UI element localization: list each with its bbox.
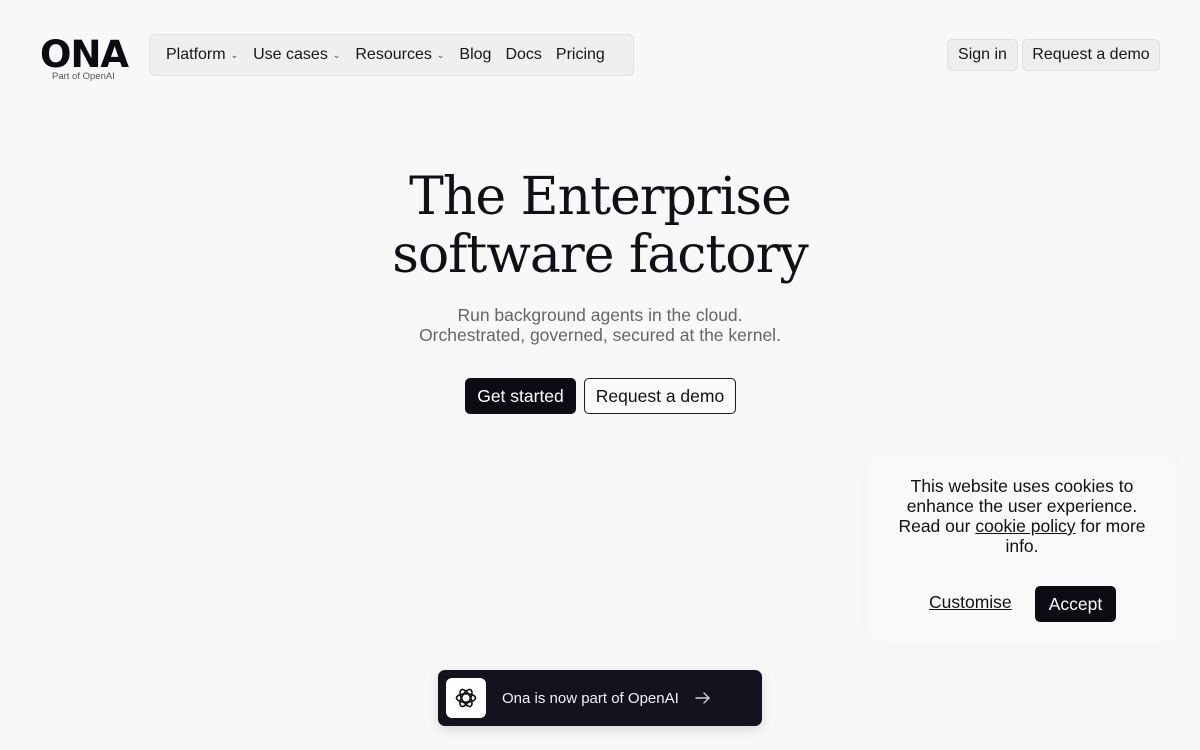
nav-item-label: Platform <box>166 46 226 63</box>
customise-cookies-link[interactable]: Customise <box>929 592 1012 613</box>
hero-request-demo-button[interactable]: Request a demo <box>584 378 736 414</box>
hero-title: The Enterprise software factory <box>300 168 900 284</box>
logo-tagline: Part of OpenAI <box>52 71 115 82</box>
accept-cookies-button[interactable]: Accept <box>1035 586 1116 622</box>
chevron-down-icon: ⌄ <box>332 49 341 60</box>
cookie-consent-panel: This website uses cookies to enhance the… <box>868 456 1176 642</box>
get-started-button[interactable]: Get started <box>465 378 576 414</box>
hero-title-line-1: The Enterprise <box>409 167 792 227</box>
logo-wordmark: ONA <box>40 33 129 76</box>
nav-item-use-cases[interactable]: Use cases ⌄ <box>253 46 340 64</box>
chevron-down-icon: ⌄ <box>436 49 445 60</box>
openai-announcement-banner[interactable]: Ona is now part of OpenAI <box>438 670 762 726</box>
openai-logo-icon <box>446 678 486 718</box>
sign-in-button[interactable]: Sign in <box>947 39 1018 71</box>
chevron-down-icon: ⌄ <box>230 49 239 60</box>
nav-item-resources[interactable]: Resources ⌄ <box>355 46 444 64</box>
hero-subtitle-line-2: Orchestrated, governed, secured at the k… <box>419 325 781 345</box>
main-nav: Platform ⌄ Use cases ⌄ Resources ⌄ Blog … <box>149 34 634 76</box>
arrow-right-icon <box>695 692 711 704</box>
hero-title-line-2: software factory <box>392 225 809 285</box>
nav-item-platform[interactable]: Platform ⌄ <box>166 46 238 64</box>
hero-subtitle-line-1: Run background agents in the cloud. <box>457 305 743 325</box>
nav-item-label: Resources <box>355 46 432 63</box>
nav-item-docs[interactable]: Docs <box>505 46 541 64</box>
ona-logo[interactable]: ONA Part of OpenAI <box>40 33 132 84</box>
hero-subtitle: Run background agents in the cloud. Orch… <box>350 305 850 345</box>
cookie-message: This website uses cookies to enhance the… <box>886 476 1158 556</box>
nav-item-blog[interactable]: Blog <box>459 46 491 64</box>
header-request-demo-button[interactable]: Request a demo <box>1022 39 1160 71</box>
announcement-text: Ona is now part of OpenAI <box>502 689 679 707</box>
nav-item-pricing[interactable]: Pricing <box>556 46 605 64</box>
cookie-policy-link[interactable]: cookie policy <box>975 516 1075 536</box>
nav-item-label: Use cases <box>253 46 328 63</box>
